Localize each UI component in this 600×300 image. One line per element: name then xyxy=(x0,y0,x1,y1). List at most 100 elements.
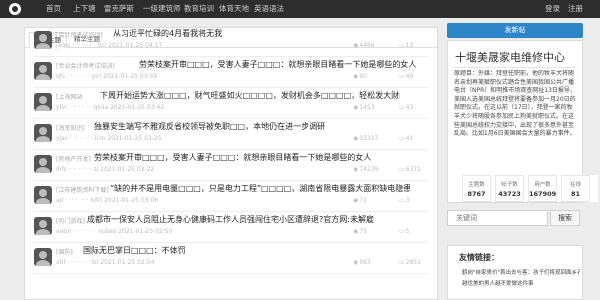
topic-row[interactable]: [专业会计师考试培训] 劳荣枝案开审□□□，受害人妻子□□□：就想亲眼目睹看一下她… xyxy=(25,57,437,88)
comments-icon: ▭ xyxy=(399,228,405,235)
user-avatar[interactable] xyxy=(34,124,52,142)
topic-row[interactable]: [海宽知识] 独暴安生端写不雅观反省校领导被免职□□，本地仍在进一步调研 yjsv … xyxy=(25,119,437,150)
comments-icon: ▭ xyxy=(399,197,405,204)
topic-meta: yfvi · ·· · · · · qinia 2021-01-25 03:42 xyxy=(56,104,165,111)
user-avatar[interactable] xyxy=(34,186,52,204)
row-divider xyxy=(34,273,428,274)
friend-link-item[interactable]: 越优美的男人越不爱做这件事 xyxy=(462,279,580,287)
topic-stats: ◉4486 ▭13 xyxy=(353,42,413,49)
stat-value: 8767 xyxy=(467,190,486,198)
topic-stats: ◉71 ▭3 xyxy=(353,197,410,204)
topic-forum-tag[interactable]: [热门游戏] xyxy=(56,216,85,225)
topic-stats: ◉563 ▭2951 xyxy=(353,259,421,266)
profile-divider xyxy=(454,67,576,68)
views-icon: ◉ xyxy=(353,135,359,142)
nav-item-lexus[interactable]: 雷克萨斯 xyxy=(104,0,134,18)
new-post-button[interactable]: 发新帖 xyxy=(447,23,583,38)
friend-link-item[interactable]: 鹤岗"自家男价"首出去与客：孩子们将现回面乡孔模 xyxy=(462,268,580,276)
topic-stats: ◉32317 ▭41 xyxy=(353,135,413,142)
user-avatar[interactable] xyxy=(34,62,52,80)
nav-item-english[interactable]: 英语语法 xyxy=(254,0,284,18)
topic-title[interactable]: 劳荣枝案开审□□□，受害人妻子□□□：就想亲眼目睹看一下她是哪些的女人 xyxy=(139,59,416,70)
topic-views: 563 xyxy=(359,259,371,266)
topic-forum-tag[interactable]: [会计师考试培训] xyxy=(56,30,103,39)
topic-meta: ajr · ·· · · · · nifri 2021-01-25 03:06 xyxy=(56,197,159,204)
comments-icon: ▭ xyxy=(399,259,405,266)
stat-posts: 帖子数 43723 xyxy=(495,175,524,202)
stat-label: 主题数 xyxy=(468,182,485,188)
topic-forum-tag[interactable]: [国防] xyxy=(56,247,73,256)
topic-comments: 49 xyxy=(405,73,414,80)
user-avatar[interactable] xyxy=(34,93,52,111)
login-link[interactable]: 登录 xyxy=(545,0,560,18)
topic-views: 71 xyxy=(359,197,367,204)
topic-meta: vatm · ·· · · · · nubes 2021-01-25 02:50 xyxy=(56,228,173,235)
topic-comments: 5 xyxy=(405,228,410,235)
friend-links: 友情链接： 鹤岗"自家男价"首出去与客：孩子们将现回面乡孔模 越优美的男人越不爱… xyxy=(447,245,583,300)
views-icon: ◉ xyxy=(353,104,359,111)
site-stats: 主题数 8767 帖子数 43723 用户数 167909 在线 81 xyxy=(462,175,598,202)
topic-comments: 13 xyxy=(405,42,414,49)
stat-label: 用户数 xyxy=(534,182,551,188)
topic-row[interactable]: [国防] 国际无巴掌日□□□：不体罚 xtll · ·· · · · · tri 2… xyxy=(25,243,437,274)
topic-meta: yjsv · ·· · · · · icm 2021-01-25 03:25 xyxy=(56,135,162,142)
topic-stats: ◉75 ▭5 xyxy=(353,228,410,235)
topic-views: 74239 xyxy=(359,166,379,173)
topic-forum-tag[interactable]: [专业会计师考试培训] xyxy=(56,61,115,70)
topic-views: 90 xyxy=(359,73,367,80)
topic-meta: ihfs · ·· · · · · zi 2021-01-25 03:22 xyxy=(56,166,155,173)
topic-row[interactable]: [上海网站 下周开始运势大涨□□□，财气旺盛如火□□□□，发财机会多□□□□，轻松… xyxy=(25,88,437,119)
topic-forum-tag[interactable]: [房地产开发] xyxy=(56,154,91,163)
stat-users: 用户数 167909 xyxy=(528,175,557,202)
comments-icon: ▭ xyxy=(399,42,405,49)
topic-forum-tag[interactable]: [江苏建筑资料下载] xyxy=(56,185,109,194)
user-avatar[interactable] xyxy=(34,31,52,49)
nav-item-architect[interactable]: 一级建筑师 xyxy=(143,0,181,18)
user-avatar[interactable] xyxy=(34,248,52,266)
comments-icon: ▭ xyxy=(399,135,405,142)
topic-title[interactable]: 独暴安生端写不雅观反省校领导被免职□□，本地仍在进一步调研 xyxy=(94,121,325,132)
topic-row[interactable]: [热门游戏] 成都市一保安人员阻止无身心健康码工作人员强闯住宅小区遭辞退?官方网:… xyxy=(25,212,437,243)
topic-title[interactable]: 劳荣枝案开审□□□，受害人妻子□□□：就想亲眼目睹看一下她是哪些的女人 xyxy=(94,152,371,163)
topic-forum-tag[interactable]: [上海网站 xyxy=(56,92,82,101)
nav-item-home[interactable]: 首页 xyxy=(46,0,61,18)
stat-topics: 主题数 8767 xyxy=(462,175,491,202)
topic-meta: xtll · ·· · · · · tri 2021-01-25 02:54 xyxy=(56,259,155,266)
views-icon: ◉ xyxy=(353,42,359,49)
profile-name[interactable]: 十堰美晟家电维修中心 xyxy=(455,49,582,65)
topic-stats: ◉1453 ▭43 xyxy=(353,104,413,111)
topic-panel: 最新主题 精华主题 [会计师考试培训]从习近平忙碌的4月看我将无我jaqui ·… xyxy=(24,27,438,300)
register-link[interactable]: 注册 xyxy=(568,0,583,18)
site-logo-icon[interactable] xyxy=(9,3,21,15)
topic-title[interactable]: 下周开始运势大涨□□□，财气旺盛如火□□□□，发财机会多□□□□，轻松发大财的生… xyxy=(100,90,400,101)
topic-views: 75 xyxy=(359,228,367,235)
comments-icon: ▭ xyxy=(399,166,405,173)
topic-forum-tag[interactable]: [海宽知识] xyxy=(56,123,85,132)
stat-value: 43723 xyxy=(498,190,521,198)
topic-title[interactable]: 国际无巴掌日□□□：不体罚 xyxy=(83,245,186,256)
views-icon: ◉ xyxy=(353,197,359,204)
stat-value: 167909 xyxy=(529,190,557,198)
stat-online: 在线 81 xyxy=(561,175,590,202)
stat-label: 帖子数 xyxy=(501,182,518,188)
topic-comments: 43 xyxy=(405,104,414,111)
views-icon: ◉ xyxy=(353,73,359,80)
search-button[interactable]: 搜索 xyxy=(550,210,580,226)
topic-row[interactable]: [江苏建筑资料下载] “缺的并不是用电量□□□，只是电力工程”□□□□，湖南省限电… xyxy=(25,181,437,212)
nav-item-education[interactable]: 教育培训 xyxy=(184,0,214,18)
search-input[interactable] xyxy=(447,210,548,226)
user-avatar[interactable] xyxy=(34,217,52,235)
topic-title[interactable]: 从习近平忙碌的4月看我将无我 xyxy=(113,28,222,39)
views-icon: ◉ xyxy=(353,259,359,266)
nav-item-shangxiatang[interactable]: 上下塘 xyxy=(73,0,96,18)
views-icon: ◉ xyxy=(353,166,359,173)
comments-icon: ▭ xyxy=(399,104,405,111)
views-icon: ◉ xyxy=(353,228,359,235)
topic-title[interactable]: 成都市一保安人员阻止无身心健康码工作人员强闯住宅小区遭辞退?官方网:未解雇 xyxy=(87,214,374,225)
topic-comments: 3 xyxy=(405,197,410,204)
nav-item-sports[interactable]: 体育天地 xyxy=(219,0,249,18)
topic-row[interactable]: [会计师考试培训] 从习近平忙碌的4月看我将无我 jaqui · ·· · · · … xyxy=(25,26,437,57)
topic-row[interactable]: [房地产开发] 劳荣枝案开审□□□，受害人妻子□□□：就想亲眼目睹看一下她是哪些的… xyxy=(25,150,437,181)
topic-title[interactable]: “缺的并不是用电量□□□，只是电力工程”□□□□，湖南省限电暴露大面积缺电隐患 xyxy=(110,183,410,194)
user-avatar[interactable] xyxy=(34,155,52,173)
